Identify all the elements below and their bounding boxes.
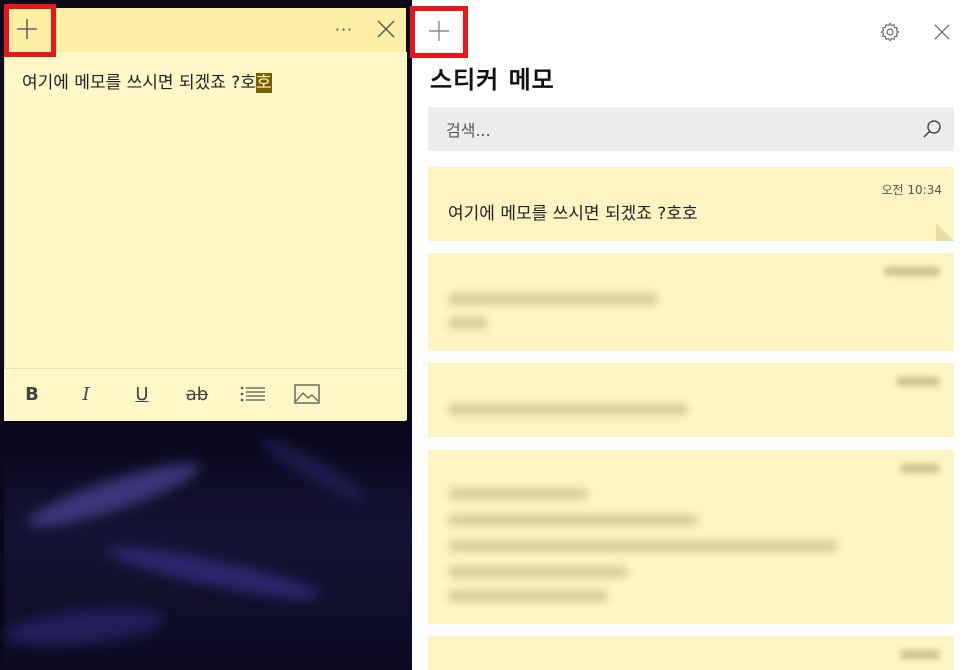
underline-icon: U — [135, 383, 149, 405]
page-fold — [936, 223, 954, 241]
note-text: 여기에 메모를 쓰시면 되겠죠 ?호 — [22, 73, 256, 93]
search-icon[interactable] — [922, 119, 942, 139]
image-icon — [294, 384, 320, 404]
bullet-list-button[interactable] — [238, 380, 268, 408]
more-options-button[interactable]: ··· — [330, 16, 358, 42]
highlight-box — [410, 6, 468, 58]
strikethrough-icon: ab — [185, 383, 209, 405]
note-card-blurred[interactable] — [428, 363, 954, 437]
note-timestamp: 오전 10:34 — [881, 183, 942, 197]
close-icon — [377, 20, 395, 38]
close-note-button[interactable] — [372, 14, 400, 44]
text-selection-highlight: 호 — [255, 73, 272, 93]
more-horizontal-icon: ··· — [334, 19, 354, 39]
bullet-list-icon — [240, 386, 265, 402]
settings-button[interactable] — [876, 18, 904, 46]
highlight-box — [4, 4, 56, 57]
gear-icon — [880, 22, 900, 42]
note-card-blurred[interactable] — [428, 450, 954, 624]
search-box[interactable] — [428, 107, 954, 153]
insert-image-button[interactable] — [292, 380, 322, 408]
desktop-background — [2, 420, 412, 670]
note-card[interactable]: 오전 10:34 여기에 메모를 쓰시면 되겠죠 ?호호 — [428, 167, 954, 241]
page-title: 스티커 메모 — [430, 66, 555, 94]
note-card-blurred[interactable] — [428, 253, 954, 351]
bold-icon: B — [25, 383, 39, 405]
underline-button[interactable]: U — [128, 380, 156, 408]
italic-button[interactable]: I — [72, 380, 100, 408]
note-content[interactable]: 여기에 메모를 쓰시면 되겠죠 ?호호 — [22, 68, 272, 93]
search-input[interactable] — [428, 107, 918, 153]
strikethrough-button[interactable]: ab — [180, 380, 214, 408]
note-card-blurred[interactable] — [428, 636, 954, 670]
note-editor[interactable] — [4, 52, 407, 420]
close-icon — [934, 24, 950, 40]
note-preview: 여기에 메모를 쓰시면 되겠죠 ?호호 — [448, 204, 698, 224]
bold-button[interactable]: B — [18, 380, 46, 408]
close-list-button[interactable] — [928, 18, 956, 46]
italic-icon: I — [82, 383, 90, 405]
sticky-note-window: ··· 여기에 메모를 쓰시면 되겠죠 ?호호 B I U ab — [0, 0, 412, 670]
